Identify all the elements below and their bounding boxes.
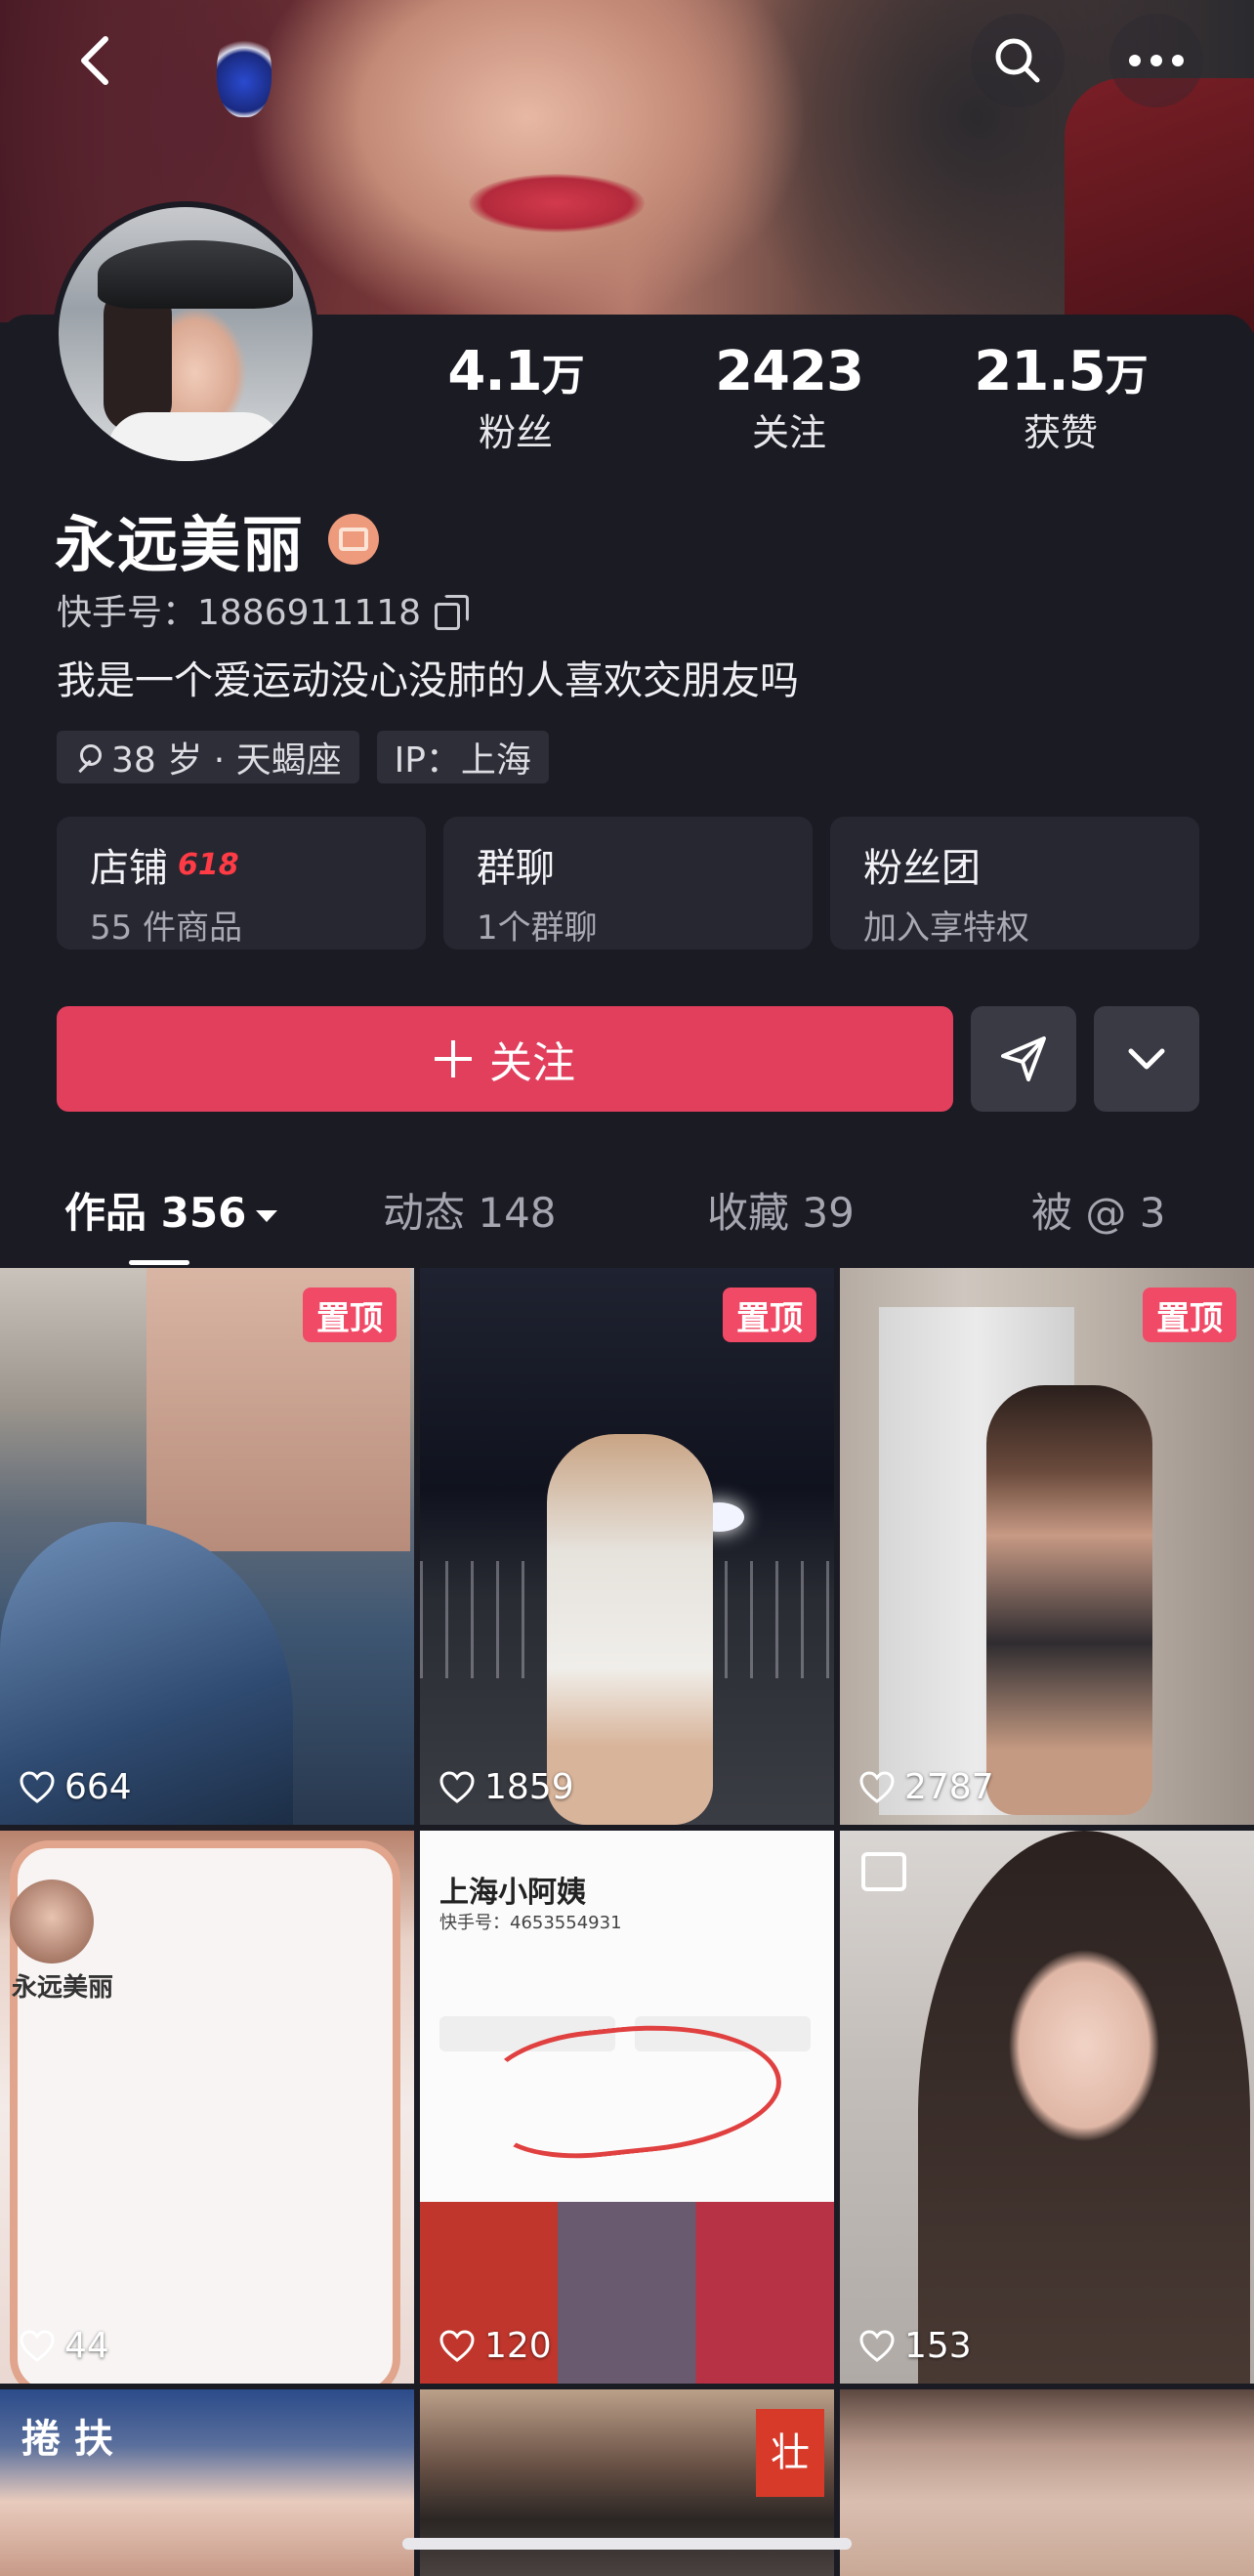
tab-works[interactable]: 作品 356 bbox=[64, 1180, 278, 1240]
pinned-badge: 置顶 bbox=[303, 1288, 397, 1342]
grid-item[interactable]: 置顶 1859 bbox=[420, 1268, 834, 1825]
heart-icon bbox=[859, 1770, 895, 1803]
grid-item[interactable]: 捲 扶 bbox=[0, 2389, 414, 2576]
thumb-sign: 壮 bbox=[756, 2409, 824, 2497]
grid-item[interactable]: 置顶 664 bbox=[0, 1268, 414, 1825]
card-fan-club[interactable]: 粉丝团 加入享特权 bbox=[830, 817, 1199, 950]
more-dots-icon bbox=[1129, 55, 1184, 66]
banner-lips bbox=[469, 174, 645, 232]
chevron-down-icon bbox=[1128, 1048, 1165, 1070]
feature-cards: 店铺 618 55 件商品 群聊 1个群聊 粉丝团 加入享特权 bbox=[57, 817, 1199, 950]
card-shop-title: 店铺 bbox=[90, 846, 168, 891]
banner-seat bbox=[1065, 78, 1254, 332]
stat-followers-label: 粉丝 bbox=[478, 411, 553, 454]
copy-icon[interactable] bbox=[435, 595, 470, 630]
stat-followers-num: 4.1 bbox=[447, 340, 542, 403]
heart-icon bbox=[20, 2329, 55, 2362]
tab-favorites[interactable]: 收藏 39 bbox=[707, 1180, 855, 1240]
message-button[interactable] bbox=[971, 1006, 1076, 1112]
thumb-calligraphy: 捲 扶 bbox=[21, 2416, 113, 2462]
stat-likes-unit: 万 bbox=[1105, 351, 1149, 401]
stats-row: 4.1万 粉丝 2423 关注 21.5万 获赞 bbox=[0, 338, 1254, 465]
card-fan-title: 粉丝团 bbox=[863, 846, 981, 891]
badge-icon[interactable] bbox=[328, 514, 380, 565]
like-count-value: 664 bbox=[64, 1767, 132, 1807]
card-shop-hot: 618 bbox=[178, 847, 239, 882]
profile-tags: 38 岁 · 天蝎座 IP：上海 bbox=[57, 731, 549, 783]
stat-likes-label: 获赞 bbox=[1023, 411, 1098, 454]
gallery-icon bbox=[861, 1852, 906, 1891]
plus-icon bbox=[435, 1040, 472, 1077]
card-shop-subtitle: 55 件商品 bbox=[90, 908, 243, 948]
card-group-title: 群聊 bbox=[477, 846, 555, 891]
stat-following-num: 2423 bbox=[715, 340, 864, 403]
caret-down-icon bbox=[256, 1209, 278, 1222]
chevron-left-icon bbox=[81, 36, 108, 85]
like-count-value: 153 bbox=[904, 2326, 972, 2366]
works-grid: 置顶 664 置顶 1859 置顶 2787 永远美丽 44 上海小阿姨 快手号… bbox=[0, 1268, 1254, 2576]
like-count-value: 120 bbox=[484, 2326, 552, 2366]
content-tabs: 作品 356 动态 148 收藏 39 被 @ 3 bbox=[0, 1168, 1254, 1270]
pinned-badge: 置顶 bbox=[723, 1288, 816, 1342]
thumb-name: 上海小阿姨 bbox=[439, 1876, 586, 1910]
kuaishou-id-row: 快手号：1886911118 bbox=[57, 584, 470, 635]
kuaishou-id: 快手号：1886911118 bbox=[57, 593, 422, 633]
card-shop[interactable]: 店铺 618 55 件商品 bbox=[57, 817, 426, 950]
pinned-badge: 置顶 bbox=[1143, 1288, 1236, 1342]
heart-icon bbox=[439, 1770, 475, 1803]
action-row: 关注 bbox=[57, 1006, 1199, 1112]
stat-followers[interactable]: 4.1万 粉丝 bbox=[408, 338, 623, 455]
profile-bio: 我是一个爱运动没心没肺的人喜欢交朋友吗 bbox=[57, 658, 799, 703]
like-count: 2787 bbox=[859, 1767, 994, 1807]
tag-age-label: 38 岁 · 天蝎座 bbox=[111, 740, 342, 781]
more-button[interactable] bbox=[1109, 14, 1203, 107]
like-count: 664 bbox=[20, 1767, 132, 1807]
follow-label: 关注 bbox=[489, 1038, 575, 1088]
stat-following-label: 关注 bbox=[751, 411, 826, 454]
card-fan-subtitle: 加入享特权 bbox=[863, 908, 1029, 948]
grid-item[interactable]: 上海小阿姨 快手号：4653554931 120 bbox=[420, 1831, 834, 2384]
profile-name: 永远美丽 bbox=[55, 509, 306, 580]
search-button[interactable] bbox=[971, 14, 1065, 107]
stat-likes[interactable]: 21.5万 获赞 bbox=[953, 338, 1168, 455]
tag-ip-label: IP：上海 bbox=[394, 740, 531, 781]
thumb-title: 永远美丽 bbox=[12, 1973, 114, 2003]
thumb-id: 快手号：4653554931 bbox=[439, 1913, 622, 1933]
like-count: 120 bbox=[439, 2326, 552, 2366]
tag-ip: IP：上海 bbox=[376, 731, 549, 783]
tab-indicator bbox=[129, 1260, 189, 1265]
like-count: 44 bbox=[20, 2326, 109, 2366]
search-icon bbox=[995, 38, 1040, 83]
back-button[interactable] bbox=[49, 14, 143, 107]
grid-item[interactable]: 永远美丽 44 bbox=[0, 1831, 414, 2384]
stat-likes-num: 21.5 bbox=[974, 340, 1106, 403]
tab-moments[interactable]: 动态 148 bbox=[383, 1180, 557, 1240]
expand-button[interactable] bbox=[1094, 1006, 1199, 1112]
home-indicator[interactable] bbox=[402, 2538, 852, 2550]
grid-item[interactable]: 置顶 2787 bbox=[840, 1268, 1254, 1825]
like-count-value: 44 bbox=[64, 2326, 109, 2366]
card-group-subtitle: 1个群聊 bbox=[477, 908, 598, 948]
like-count: 153 bbox=[859, 2326, 972, 2366]
banner-earring bbox=[217, 29, 272, 117]
grid-item[interactable] bbox=[840, 2389, 1254, 2576]
heart-icon bbox=[859, 2329, 895, 2362]
heart-icon bbox=[439, 2329, 475, 2362]
tab-mentions[interactable]: 被 @ 3 bbox=[1031, 1180, 1165, 1240]
like-count-value: 1859 bbox=[484, 1767, 574, 1807]
like-count: 1859 bbox=[439, 1767, 574, 1807]
stat-followers-unit: 万 bbox=[541, 351, 585, 401]
tab-works-label: 作品 356 bbox=[64, 1189, 247, 1237]
tag-age: 38 岁 · 天蝎座 bbox=[57, 731, 359, 783]
female-icon bbox=[74, 742, 104, 772]
stat-following[interactable]: 2423 关注 bbox=[682, 338, 897, 455]
follow-button[interactable]: 关注 bbox=[57, 1006, 953, 1112]
name-row: 永远美丽 bbox=[55, 500, 380, 580]
card-group-chat[interactable]: 群聊 1个群聊 bbox=[443, 817, 813, 950]
grid-item[interactable]: 153 bbox=[840, 1831, 1254, 2384]
send-icon bbox=[1001, 1036, 1046, 1081]
heart-icon bbox=[20, 1770, 55, 1803]
like-count-value: 2787 bbox=[904, 1767, 994, 1807]
